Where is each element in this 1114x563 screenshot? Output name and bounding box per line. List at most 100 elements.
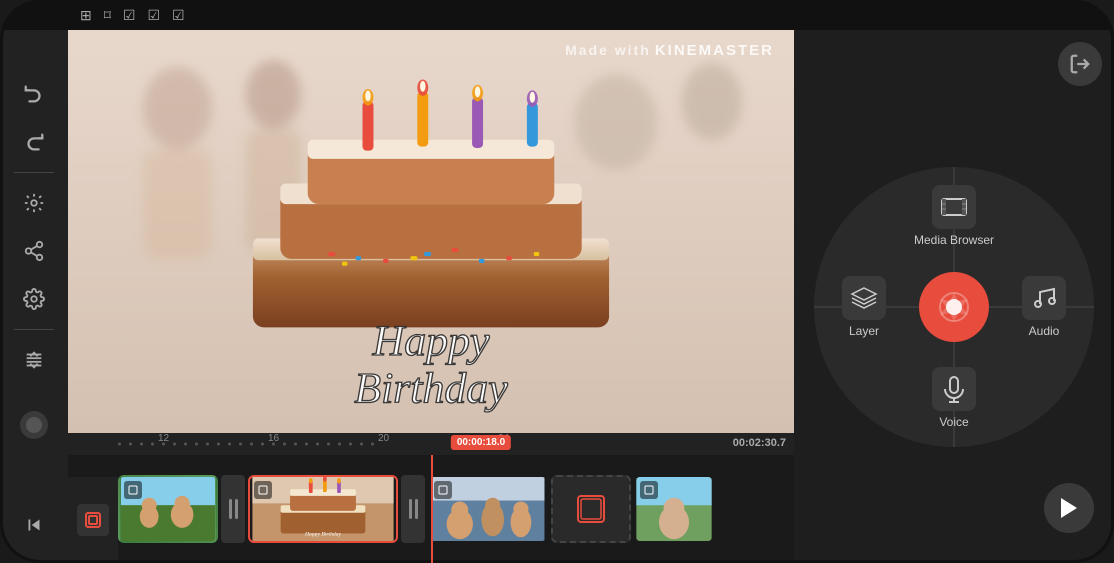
watermark-brand: KINEMASTER	[655, 42, 774, 59]
ruler-dot	[349, 443, 352, 446]
watermark: Made with KINEMASTER	[565, 42, 774, 59]
layers-button[interactable]	[12, 338, 56, 382]
ruler-dot	[239, 443, 242, 446]
clip-3[interactable]	[428, 475, 548, 543]
toolbar-crop-icon[interactable]: ⌑	[104, 7, 111, 24]
ruler-dot	[294, 443, 297, 446]
layer-item[interactable]: Layer	[842, 276, 886, 338]
toolbar-layers-icon[interactable]: ☑	[123, 7, 136, 24]
ruler-dot	[261, 443, 264, 446]
ruler-dot	[338, 443, 341, 446]
exit-button[interactable]	[1058, 42, 1102, 86]
voice-item[interactable]: Voice	[932, 367, 976, 429]
play-icon	[1059, 497, 1079, 519]
shutter-icon	[936, 289, 972, 325]
svg-text:Happy Birthday: Happy Birthday	[304, 531, 342, 537]
watermark-made-with: Made with	[565, 42, 651, 58]
sidebar-sep1	[14, 172, 54, 173]
ruler-dot	[283, 443, 286, 446]
film-icon	[940, 193, 968, 221]
video-preview: Happy Birthday Made with KINEMASTER	[68, 30, 794, 433]
effects-button[interactable]	[12, 181, 56, 225]
voice-label: Voice	[939, 415, 968, 429]
top-toolbar: ⊞ ⌑ ☑ ☑ ☑	[68, 0, 1114, 30]
layer-label: Layer	[849, 324, 879, 338]
ruler-dot	[173, 443, 176, 446]
playhead-line	[431, 455, 433, 563]
toolbar-check2-icon[interactable]: ☑	[172, 7, 185, 24]
audio-item[interactable]: Audio	[1022, 276, 1066, 338]
ruler-dot	[184, 443, 187, 446]
media-browser-icon	[932, 185, 976, 229]
pause-bar-2a	[409, 499, 412, 519]
music-note-icon	[1030, 284, 1058, 312]
media-browser-label: Media Browser	[914, 233, 994, 247]
ruler-dot	[118, 443, 121, 446]
svg-text:Birthday: Birthday	[354, 365, 508, 413]
ruler-dot	[272, 443, 275, 446]
ruler-dot	[195, 443, 198, 446]
radial-center-button[interactable]	[919, 272, 989, 342]
ruler-dot	[250, 443, 253, 446]
ruler-dot	[305, 443, 308, 446]
microphone-icon	[940, 375, 968, 403]
timeline-end-time: 00:02:30.7	[733, 437, 786, 449]
ruler-dot	[151, 443, 154, 446]
layer-icon	[842, 276, 886, 320]
timeline-tracks[interactable]: Happy Birthday	[68, 455, 794, 563]
left-sidebar	[0, 30, 68, 563]
clip-placeholder[interactable]	[551, 475, 631, 543]
play-button[interactable]	[1044, 483, 1094, 533]
clip-1[interactable]	[118, 475, 218, 543]
preview-canvas: Happy Birthday	[68, 30, 794, 433]
timeline-area: 12 16 20 24	[68, 433, 794, 563]
rewind-button[interactable]	[12, 503, 56, 547]
clip-4-icon-overlay	[640, 481, 658, 499]
timeline-scroll-area[interactable]: Happy Birthday	[68, 459, 714, 559]
right-panel: Media Browser Layer	[794, 30, 1114, 563]
placeholder-icon	[576, 494, 606, 524]
clip-3-icon-overlay	[434, 481, 452, 499]
pause-1[interactable]	[221, 475, 245, 543]
share-button[interactable]	[12, 229, 56, 273]
ruler-dot	[327, 443, 330, 446]
pause-icon-1	[229, 499, 238, 519]
pause-bar-1a	[229, 499, 232, 519]
clip-4[interactable]	[634, 475, 714, 543]
device-frame: 🔇 4:37 PM ⊞ ⌑ ☑	[0, 0, 1114, 563]
pause-icon-2	[409, 499, 418, 519]
center-area: Happy Birthday Made with KINEMASTER 12	[68, 30, 794, 563]
pause-bar-1b	[235, 499, 238, 519]
ruler-dot	[217, 443, 220, 446]
clip-icon-overlay	[124, 481, 142, 499]
timeline-ruler: 12 16 20 24	[68, 433, 794, 455]
sidebar-sep2	[14, 329, 54, 330]
ruler-dot	[162, 443, 165, 446]
undo-button[interactable]	[12, 72, 56, 116]
ruler-dot	[228, 443, 231, 446]
layers-icon	[850, 284, 878, 312]
audio-icon	[1022, 276, 1066, 320]
pause-2[interactable]	[401, 475, 425, 543]
toolbar-photo-icon[interactable]: ⊞	[80, 7, 92, 24]
ruler-dot	[371, 443, 374, 446]
ruler-dot	[316, 443, 319, 446]
ruler-dot	[206, 443, 209, 446]
pause-bar-2b	[415, 499, 418, 519]
clip-2-icon-overlay	[254, 481, 272, 499]
ruler-dot	[140, 443, 143, 446]
ruler-dot	[129, 443, 132, 446]
radial-menu: Media Browser Layer	[814, 167, 1094, 447]
microphone-button[interactable]	[20, 411, 48, 439]
main-content: Happy Birthday Made with KINEMASTER 12	[0, 30, 1114, 563]
redo-button[interactable]	[12, 120, 56, 164]
media-browser-item[interactable]: Media Browser	[914, 185, 994, 247]
playhead-time: 00:00:18.0	[451, 435, 511, 450]
ruler-dot	[360, 443, 363, 446]
settings-button[interactable]	[12, 277, 56, 321]
toolbar-check1-icon[interactable]: ☑	[147, 7, 160, 24]
audio-label: Audio	[1029, 324, 1060, 338]
clip-2-selected[interactable]: Happy Birthday	[248, 475, 398, 543]
voice-icon	[932, 367, 976, 411]
svg-text:Happy: Happy	[372, 317, 490, 365]
